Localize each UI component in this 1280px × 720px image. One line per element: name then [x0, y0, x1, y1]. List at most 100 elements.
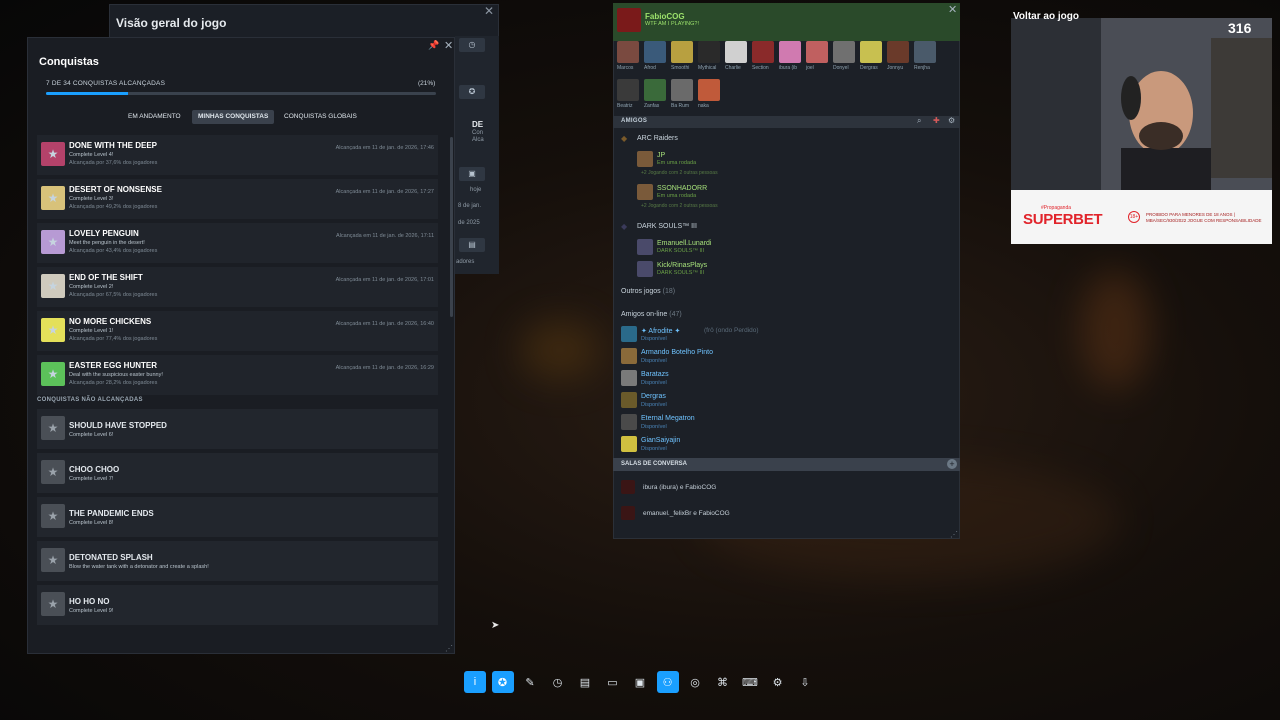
favorite-friend-avatar[interactable] — [887, 41, 909, 63]
tab-minhas-conquistas[interactable]: MINHAS CONQUISTAS — [192, 110, 275, 124]
add-friend-icon[interactable]: ✚ — [933, 116, 940, 125]
locked-achievement-row[interactable]: ★ DETONATED SPLASH Blow the water tank wit… — [37, 541, 438, 581]
chat-room-row[interactable]: emanuel._felixBr e FabioCOG — [619, 504, 949, 524]
friend-name[interactable]: Kick/RinasPlays — [657, 262, 707, 269]
game-group-title[interactable]: DARK SOULS™ III — [637, 223, 697, 230]
chat-room-row[interactable]: ibura (ibura) e FabioCOG — [619, 478, 949, 498]
gear-icon[interactable]: ⚙ — [948, 116, 955, 125]
ad-legal-text: PROIBIDO PARA MENORES DE 18 ANOS | MBA/S… — [1146, 212, 1262, 223]
friends-icon[interactable]: ⚇ — [656, 671, 679, 693]
favorite-friend-avatar[interactable] — [617, 79, 639, 101]
friend-name[interactable]: Baratazs — [641, 371, 669, 378]
screenshot-icon[interactable]: ▣ — [629, 671, 651, 693]
tab-em-andamento[interactable]: EM ANDAMENTO — [122, 110, 187, 124]
favorite-friend-avatar[interactable] — [644, 79, 666, 101]
friend-name[interactable]: JP — [657, 152, 665, 159]
favorite-friend-avatar[interactable] — [779, 41, 801, 63]
chat-icon[interactable]: ▭ — [602, 671, 624, 693]
achievement-row[interactable]: ★ EASTER EGG HUNTER Deal with the suspicio… — [37, 355, 438, 395]
friend-avatar[interactable] — [621, 436, 637, 452]
overview-clock-button[interactable]: ◷ — [459, 38, 485, 52]
keyboard-icon[interactable]: ⌨ — [739, 671, 761, 693]
favorite-friend-name: Jonnyu — [887, 65, 904, 71]
favorite-friend-avatar[interactable] — [752, 41, 774, 63]
resize-grip-icon[interactable]: ⋰ — [950, 530, 958, 539]
settings-icon[interactable]: ⚙ — [767, 671, 789, 693]
achievements-close-button[interactable]: ✕ — [444, 39, 453, 52]
favorite-friend-avatar[interactable] — [644, 41, 666, 63]
achievement-row[interactable]: ★ NO MORE CHICKENS Complete Level 1! Alcanç… — [37, 311, 438, 351]
achievement-name: LOVELY PENGUIN — [69, 229, 139, 238]
achievement-unlock-rate: Alcançada por 37,6% dos jogadores — [69, 160, 158, 166]
pin-icon[interactable]: 📌 — [428, 40, 439, 51]
other-games-label: Outros jogos — [621, 288, 661, 295]
favorite-friend-avatar[interactable] — [914, 41, 936, 63]
browser-icon[interactable]: ◎ — [684, 671, 706, 693]
friends-close-button[interactable]: ✕ — [948, 3, 957, 16]
controller-icon[interactable]: ⌘ — [712, 671, 734, 693]
favorite-friend-avatar[interactable] — [671, 41, 693, 63]
friend-avatar[interactable] — [621, 370, 637, 386]
pencil-icon[interactable]: ✎ — [519, 671, 541, 693]
friend-name[interactable]: Eternal Megatron — [641, 415, 695, 422]
friend-game-note: (frô (ondo Perdido) — [704, 327, 759, 334]
locked-achievement-row[interactable]: ★ HO HO NO Complete Level 9! — [37, 585, 438, 625]
add-room-icon[interactable]: + — [947, 459, 957, 469]
favorite-friend-avatar[interactable] — [617, 41, 639, 63]
info-icon[interactable]: i — [464, 671, 486, 693]
friend-name[interactable]: ✦ Afrodite ✦ — [641, 327, 680, 335]
friend-avatar[interactable] — [637, 261, 653, 277]
favorite-friend-avatar[interactable] — [725, 41, 747, 63]
favorite-friend-avatar[interactable] — [671, 79, 693, 101]
friend-avatar[interactable] — [621, 348, 637, 364]
friend-name[interactable]: Armando Botelho Pinto — [641, 349, 713, 356]
friend-avatar[interactable] — [621, 392, 637, 408]
download-icon[interactable]: ⇩ — [794, 671, 816, 693]
achievement-row[interactable]: ★ DONE WITH THE DEEP Complete Level 4! Alca… — [37, 135, 438, 175]
achievements-icon[interactable]: ✪ — [491, 671, 514, 693]
friend-avatar[interactable] — [637, 184, 653, 200]
friend-avatar[interactable] — [621, 414, 637, 430]
overview-screenshot-button[interactable]: ▣ — [459, 167, 485, 181]
overview-side-text: DE — [472, 120, 484, 129]
friend-name[interactable]: Emanuell.Lunardi — [657, 240, 711, 247]
achievement-row[interactable]: ★ DESERT OF NONSENSE Complete Level 3! Alca… — [37, 179, 438, 219]
favorite-friend-avatar[interactable] — [806, 41, 828, 63]
locked-achievements-header: CONQUISTAS NÃO ALCANÇADAS — [37, 397, 143, 403]
tab-conquistas-globais[interactable]: CONQUISTAS GLOBAIS — [278, 110, 363, 124]
overview-close-button[interactable]: ✕ — [484, 4, 494, 18]
friend-name[interactable]: GianSaiyajin — [641, 437, 680, 444]
overview-trophy-button[interactable]: ✪ — [459, 85, 485, 99]
locked-achievement-row[interactable]: ★ CHOO CHOO Complete Level 7! — [37, 453, 438, 493]
achievement-name: DESERT OF NONSENSE — [69, 185, 162, 194]
clock-icon[interactable]: ◷ — [547, 671, 569, 693]
favorite-friend-avatar[interactable] — [698, 41, 720, 63]
guide-icon[interactable]: ▤ — [574, 671, 596, 693]
overview-card-button[interactable]: ▤ — [459, 238, 485, 252]
favorite-friend-avatar[interactable] — [860, 41, 882, 63]
other-games-toggle[interactable]: Outros jogos (18) — [621, 288, 675, 295]
favorite-friend-avatar[interactable] — [698, 79, 720, 101]
favorite-friend-avatar[interactable] — [833, 41, 855, 63]
search-icon[interactable]: ⌕ — [917, 116, 921, 126]
achievements-scrollbar[interactable] — [450, 137, 453, 317]
achievement-unlock-date: Alcançada em 11 de jan. de 2026, 17:27 — [335, 189, 434, 195]
game-group-title[interactable]: ARC Raiders — [637, 135, 678, 142]
online-friends-toggle[interactable]: Amigos on-line (47) — [621, 311, 682, 318]
friend-avatar[interactable] — [621, 326, 637, 342]
friend-name[interactable]: SSONHADORR — [657, 185, 707, 192]
friend-name[interactable]: Dergras — [641, 393, 666, 400]
user-name[interactable]: FabioCOG — [645, 12, 685, 21]
user-avatar[interactable] — [617, 8, 641, 32]
locked-achievement-row[interactable]: ★ SHOULD HAVE STOPPED Complete Level 6! — [37, 409, 438, 449]
achievement-row[interactable]: ★ END OF THE SHIFT Complete Level 2! Alcanç… — [37, 267, 438, 307]
achievement-row[interactable]: ★ LOVELY PENGUIN Meet the penguin in the d… — [37, 223, 438, 263]
favorite-friend-name: Marcos — [617, 65, 634, 71]
locked-achievement-row[interactable]: ★ THE PANDEMIC ENDS Complete Level 8! — [37, 497, 438, 537]
back-to-game-text[interactable]: Voltar ao jogo — [1013, 11, 1079, 22]
achievement-penguin-icon: ★ — [41, 230, 65, 254]
friend-avatar[interactable] — [637, 151, 653, 167]
achievement-stopped-icon: ★ — [41, 416, 65, 440]
friend-avatar[interactable] — [637, 239, 653, 255]
resize-grip-icon[interactable]: ⋰ — [445, 644, 453, 653]
